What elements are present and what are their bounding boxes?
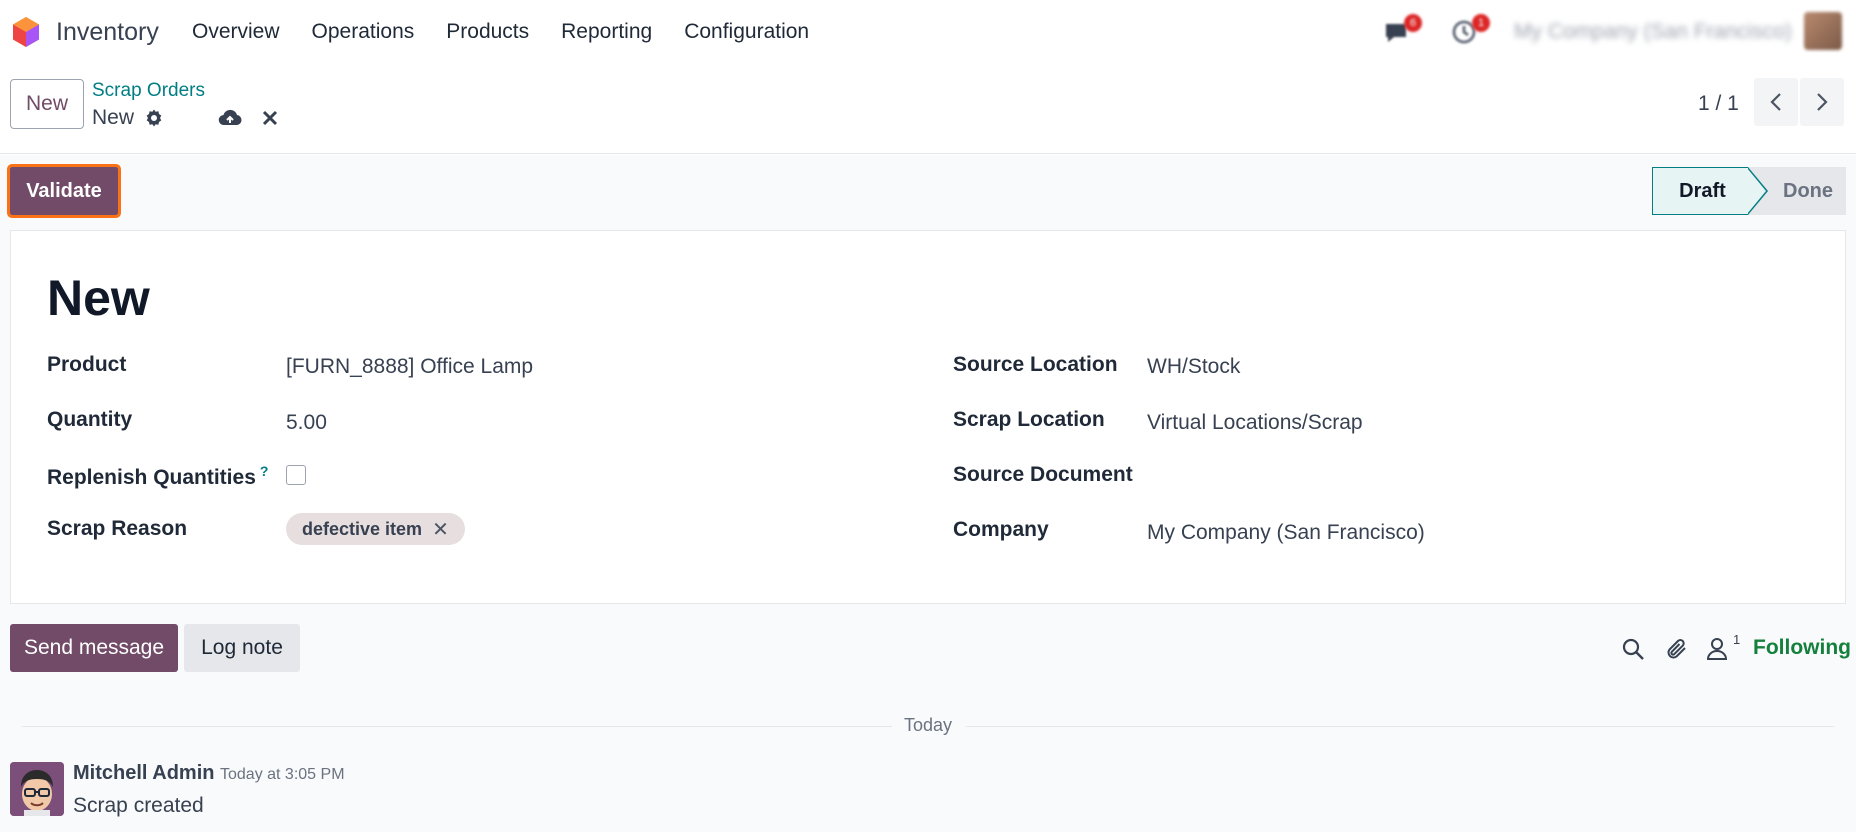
pager-next-button[interactable] — [1800, 78, 1844, 126]
product-field[interactable]: [FURN_8888] Office Lamp — [286, 355, 533, 379]
date-separator: Today — [904, 715, 953, 735]
replenish-quantities-label: Replenish Quantities? — [47, 463, 268, 490]
company-label: Company — [953, 518, 1049, 541]
replenish-quantities-checkbox[interactable] — [286, 465, 306, 485]
chevron-left-icon — [1770, 93, 1781, 111]
menu-products[interactable]: Products — [446, 20, 529, 44]
control-panel: New Scrap Orders New 1 / 1 — [0, 66, 1856, 154]
form-view: New Product [FURN_8888] Office Lamp Quan… — [0, 228, 1856, 614]
source-location-label: Source Location — [953, 353, 1118, 376]
validate-button[interactable]: Validate — [7, 164, 121, 218]
stage-pipeline: Draft Done — [1652, 167, 1846, 215]
scrap-reason-label: Scrap Reason — [47, 517, 188, 540]
gear-icon[interactable] — [142, 106, 166, 130]
scrap-reason-tag[interactable]: defective item ✕ — [286, 513, 465, 545]
date-separator-line-left — [22, 726, 892, 727]
company-switcher[interactable]: My Company (San Francisco) — [1514, 20, 1792, 44]
paperclip-icon[interactable] — [1664, 636, 1690, 662]
followers-count: 1 — [1733, 632, 1741, 647]
scrap-location-label: Scrap Location — [953, 408, 1105, 431]
date-separator-line-right — [966, 726, 1834, 727]
source-document-label: Source Document — [953, 463, 1133, 486]
menu-overview[interactable]: Overview — [192, 20, 280, 44]
form-statusbar: Validate Draft Done — [0, 155, 1856, 228]
menu-reporting[interactable]: Reporting — [561, 20, 652, 44]
source-document-field[interactable] — [1147, 465, 1647, 491]
user-avatar[interactable] — [1804, 12, 1842, 50]
search-icon[interactable] — [1620, 636, 1646, 662]
breadcrumb-current-record: New — [92, 106, 135, 129]
scrap-location-field[interactable]: Virtual Locations/Scrap — [1147, 411, 1363, 435]
menu-configuration[interactable]: Configuration — [684, 20, 809, 44]
product-label: Product — [47, 353, 127, 376]
message-timestamp: Today at 3:05 PM — [220, 766, 345, 783]
log-note-button[interactable]: Log note — [184, 624, 300, 672]
top-navbar: Inventory Overview Operations Products R… — [0, 0, 1856, 66]
app-name[interactable]: Inventory — [56, 18, 159, 47]
activities-badge: 1 — [1472, 14, 1490, 32]
save-cloud-icon[interactable] — [218, 106, 242, 130]
quantity-field[interactable]: 5.00 — [286, 411, 327, 435]
activities-icon[interactable]: 1 — [1450, 14, 1490, 46]
followers-user-icon[interactable] — [1704, 636, 1730, 662]
scrap-reason-tag-label: defective item — [302, 518, 423, 539]
new-button[interactable]: New — [10, 79, 84, 129]
chatter: Send message Log note 1 Following Today … — [0, 614, 1856, 832]
inventory-app-icon[interactable] — [12, 16, 40, 48]
stage-arrow — [1747, 167, 1768, 215]
following-button[interactable]: Following — [1753, 636, 1851, 660]
breadcrumb-scrap-orders[interactable]: Scrap Orders — [92, 80, 205, 102]
menu-operations[interactable]: Operations — [312, 20, 415, 44]
remove-tag-icon[interactable]: ✕ — [432, 517, 449, 542]
help-tooltip-icon[interactable]: ? — [260, 463, 269, 479]
discard-close-icon[interactable] — [258, 106, 282, 130]
pager-previous-button[interactable] — [1754, 78, 1798, 126]
source-location-field[interactable]: WH/Stock — [1147, 355, 1240, 379]
messages-badge: 6 — [1404, 14, 1422, 32]
stage-draft[interactable]: Draft — [1652, 167, 1748, 215]
replenish-quantities-text: Replenish Quantities — [47, 466, 256, 489]
pager-value[interactable]: 1 / 1 — [1698, 92, 1739, 116]
quantity-label: Quantity — [47, 408, 133, 431]
message-body: Scrap created — [73, 794, 204, 817]
message-author[interactable]: Mitchell Admin — [73, 762, 214, 785]
form-sheet: New Product [FURN_8888] Office Lamp Quan… — [10, 230, 1846, 604]
company-field[interactable]: My Company (San Francisco) — [1147, 521, 1425, 545]
chevron-right-icon — [1817, 93, 1828, 111]
send-message-button[interactable]: Send message — [10, 624, 178, 672]
main-menu: Overview Operations Products Reporting C… — [192, 20, 841, 44]
message-author-avatar[interactable] — [10, 762, 64, 816]
messages-icon[interactable]: 6 — [1382, 14, 1422, 46]
record-title: New — [47, 270, 150, 326]
